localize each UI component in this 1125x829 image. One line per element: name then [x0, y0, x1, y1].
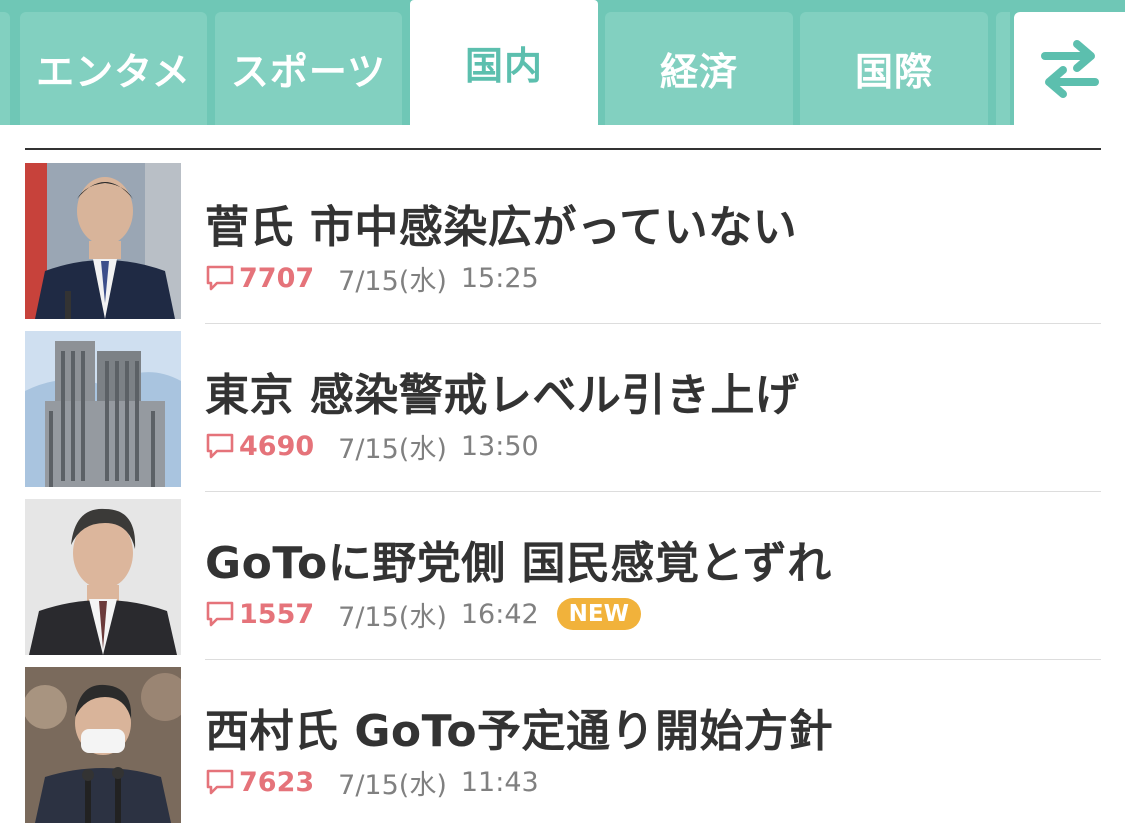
tab-switch-button[interactable] — [1014, 12, 1125, 125]
article-time: 11:43 — [460, 766, 539, 798]
article-time: 15:25 — [460, 262, 539, 294]
news-list-item[interactable]: GoToに野党側 国民感覚とずれ 1557 7/15(水) 16:42 NEW — [25, 499, 1101, 655]
article-date: 7/15(水) — [338, 769, 447, 801]
list-divider — [205, 491, 1101, 492]
article-meta: 4690 7/15(水) 13:50 — [205, 428, 539, 465]
tab-economy[interactable]: 経済 — [605, 12, 793, 125]
article-headline[interactable]: GoToに野党側 国民感覚とずれ — [205, 527, 832, 591]
tab-label: 経済 — [659, 50, 738, 94]
article-meta: 7623 7/15(水) 11:43 — [205, 764, 539, 801]
tab-label: 国内 — [464, 44, 543, 88]
comment-count: 4690 — [239, 430, 315, 462]
swap-arrows-icon — [1040, 39, 1099, 98]
article-thumbnail — [25, 499, 181, 655]
article-thumbnail — [25, 163, 181, 319]
list-divider — [205, 323, 1101, 324]
new-badge: NEW — [556, 598, 642, 630]
article-thumbnail — [25, 667, 181, 823]
list-top-divider — [25, 148, 1101, 150]
comment-count: 1557 — [239, 598, 315, 630]
article-meta: 7707 7/15(水) 15:25 — [205, 260, 539, 297]
article-date: 7/15(水) — [338, 601, 447, 633]
article-time: 16:42 — [460, 598, 539, 630]
comment-icon — [206, 601, 234, 627]
comment-icon — [206, 433, 234, 459]
tab-domestic[interactable]: 国内 — [410, 0, 598, 125]
article-date: 7/15(水) — [338, 433, 447, 465]
article-headline[interactable]: 西村氏 GoTo予定通り開始方針 — [205, 695, 833, 759]
article-time: 13:50 — [460, 430, 539, 462]
tab-next-partial[interactable] — [996, 12, 1010, 125]
article-thumbnail — [25, 331, 181, 487]
comment-count: 7623 — [239, 766, 315, 798]
comment-count: 7707 — [239, 262, 315, 294]
comment-icon — [206, 265, 234, 291]
tab-international[interactable]: 国際 — [800, 12, 988, 125]
category-tab-bar: エンタメ スポーツ 国内 経済 国際 — [0, 0, 1125, 125]
tab-label: スポーツ — [230, 50, 387, 94]
tab-previous-partial[interactable] — [0, 12, 10, 125]
tab-entame[interactable]: エンタメ — [20, 12, 207, 125]
list-divider — [205, 659, 1101, 660]
news-list-item[interactable]: 東京 感染警戒レベル引き上げ 4690 7/15(水) 13:50 — [25, 331, 1101, 487]
news-list-item[interactable]: 西村氏 GoTo予定通り開始方針 7623 7/15(水) 11:43 — [25, 667, 1101, 823]
tab-label: エンタメ — [36, 50, 191, 94]
article-date: 7/15(水) — [338, 265, 447, 297]
comment-icon — [206, 769, 234, 795]
article-headline[interactable]: 菅氏 市中感染広がっていない — [205, 191, 797, 255]
article-headline[interactable]: 東京 感染警戒レベル引き上げ — [205, 359, 799, 423]
article-meta: 1557 7/15(水) 16:42 NEW — [205, 596, 642, 633]
news-list-item[interactable]: 菅氏 市中感染広がっていない 7707 7/15(水) 15:25 — [25, 163, 1101, 319]
tab-label: 国際 — [854, 50, 933, 94]
tab-sports[interactable]: スポーツ — [215, 12, 402, 125]
